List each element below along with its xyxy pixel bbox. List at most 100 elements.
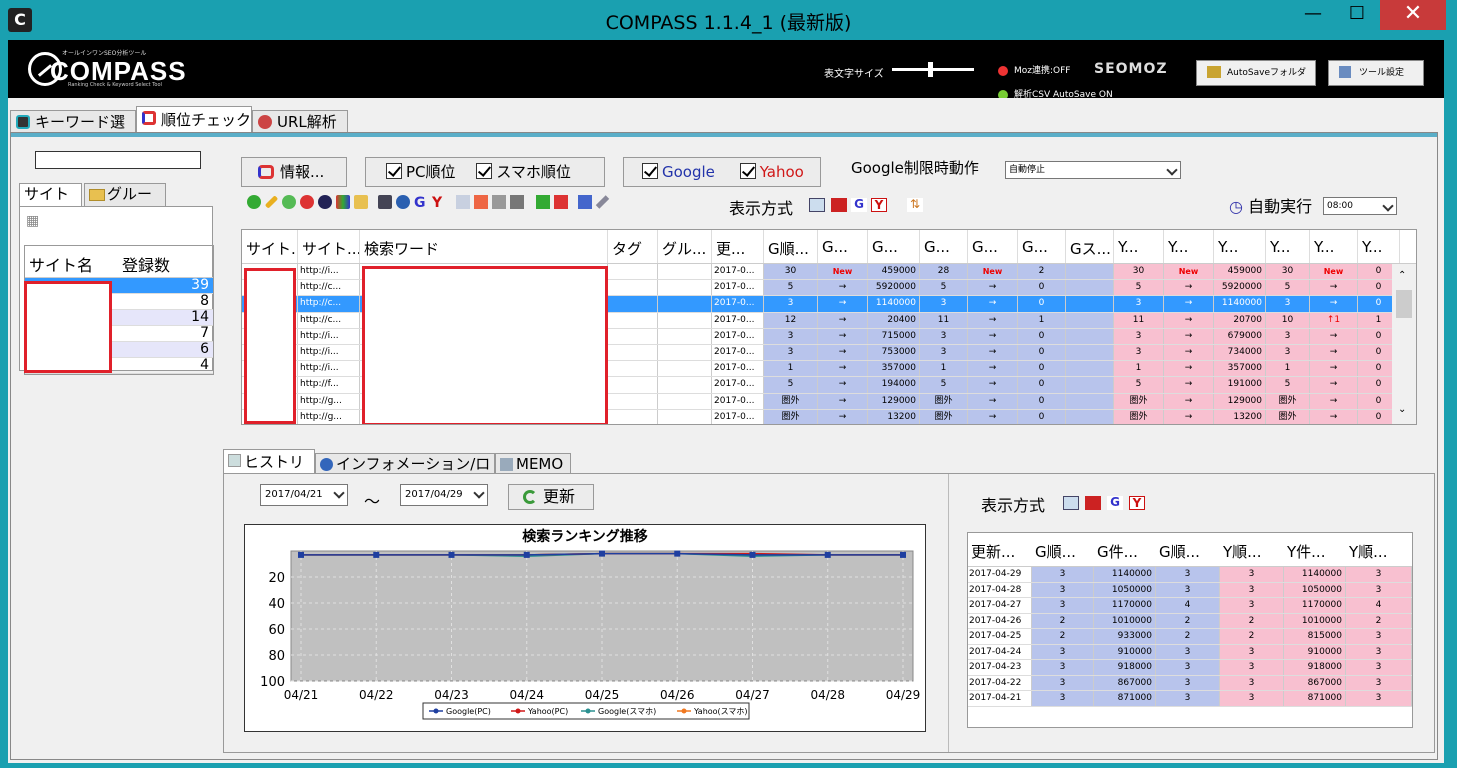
minimize-button[interactable]: —: [1290, 0, 1336, 30]
col-header[interactable]: Y順...: [1220, 533, 1284, 566]
table-row[interactable]: 2017-04-26 2 1010000 2 2 1010000 2: [968, 613, 1412, 629]
scroll-thumb[interactable]: [1396, 290, 1412, 318]
folder-open-icon[interactable]: [354, 195, 368, 209]
all-view-icon[interactable]: [831, 198, 847, 212]
pc-rank-checkbox[interactable]: PC順位: [386, 163, 456, 181]
delete-icon[interactable]: [300, 195, 314, 209]
graph-icon[interactable]: [578, 195, 592, 209]
to-date-select[interactable]: 2017/04/29: [400, 484, 488, 506]
chart-icon[interactable]: [456, 195, 470, 209]
col-header[interactable]: Y...: [1266, 230, 1310, 263]
col-header[interactable]: G...: [968, 230, 1018, 263]
document-icon[interactable]: [510, 195, 524, 209]
col-header[interactable]: G...: [920, 230, 968, 263]
table-row[interactable]: 2017-04-24 3 910000 3 3 910000 3: [968, 644, 1412, 660]
col-header[interactable]: G...: [1018, 230, 1066, 263]
close-button[interactable]: ✕: [1380, 0, 1446, 30]
folder-icon: [1207, 66, 1221, 78]
table-row[interactable]: 2017-04-25 2 933000 2 2 815000 3: [968, 629, 1412, 645]
edit-icon[interactable]: [264, 195, 279, 209]
tool-settings-button[interactable]: ツール設定: [1328, 60, 1424, 86]
table-row[interactable]: 2017-04-21 3 871000 3 3 871000 3: [968, 691, 1412, 707]
vertical-scrollbar[interactable]: ⌃ ⌄: [1392, 264, 1416, 424]
table-row[interactable]: 2017-04-27 3 1170000 4 3 1170000 4: [968, 598, 1412, 614]
sp-rank-checkbox[interactable]: スマホ順位: [476, 163, 571, 181]
col-header[interactable]: 検索ワード: [360, 230, 608, 263]
col-header[interactable]: G順...: [1032, 533, 1094, 566]
table-row[interactable]: 2017-04-22 3 867000 3 3 867000 3: [968, 675, 1412, 691]
col-header[interactable]: 更...: [712, 230, 764, 263]
maximize-button[interactable]: ☐: [1334, 0, 1380, 30]
rank-run-icon[interactable]: [318, 195, 332, 209]
table-cell: 918000: [1284, 660, 1346, 675]
col-header[interactable]: G...: [818, 230, 868, 263]
yahoo-view-icon[interactable]: Y: [1129, 496, 1145, 510]
copy-icon[interactable]: [282, 195, 296, 209]
col-header[interactable]: グル...: [658, 230, 712, 263]
col-header[interactable]: G件...: [1094, 533, 1156, 566]
list-view-icon[interactable]: [1063, 496, 1079, 510]
yahoo-view-icon[interactable]: Y: [871, 198, 887, 212]
col-count[interactable]: 登録数: [118, 246, 213, 277]
auto-run-time-select[interactable]: 08:00: [1323, 197, 1397, 215]
col-site-name[interactable]: サイト名: [25, 246, 118, 277]
autosave-folder-button[interactable]: AutoSaveフォルダ: [1196, 60, 1316, 86]
col-header[interactable]: Gス...: [1066, 230, 1114, 263]
add-icon[interactable]: [247, 195, 261, 209]
tab-keyword-select[interactable]: キーワード選定: [10, 110, 136, 153]
google-limit-select[interactable]: 自動停止: [1005, 161, 1181, 179]
col-header[interactable]: Y...: [1358, 230, 1400, 263]
tab-info-log[interactable]: インフォメーション/ログ: [315, 453, 495, 493]
list-view-icon[interactable]: [809, 198, 825, 212]
col-header[interactable]: Y...: [1114, 230, 1164, 263]
wrench-icon[interactable]: [595, 195, 610, 209]
col-header[interactable]: タグ: [608, 230, 658, 263]
wiki-icon[interactable]: [396, 195, 410, 209]
yahoo-checkbox[interactable]: Yahoo: [739, 163, 804, 181]
google-checkbox[interactable]: Google: [642, 163, 715, 181]
grid-icon[interactable]: ▦: [26, 213, 39, 229]
scroll-up-icon[interactable]: ⌃: [1398, 270, 1406, 281]
book-icon[interactable]: [378, 195, 392, 209]
col-header[interactable]: G順...: [1156, 533, 1220, 566]
col-header[interactable]: G...: [868, 230, 920, 263]
tab-group[interactable]: グループ: [84, 183, 166, 224]
col-header[interactable]: Y順...: [1346, 533, 1412, 566]
col-header[interactable]: サイト...: [242, 230, 298, 263]
all-view-icon[interactable]: [1085, 496, 1101, 510]
col-header[interactable]: Y...: [1310, 230, 1358, 263]
tab-site-name[interactable]: サイト名: [19, 183, 82, 224]
yahoo-icon[interactable]: Y: [432, 195, 446, 215]
redacted-region: [362, 266, 608, 424]
col-header[interactable]: Y件...: [1284, 533, 1346, 566]
color-grid-icon[interactable]: [336, 195, 350, 209]
hierarchy-icon[interactable]: [492, 195, 506, 209]
table-row[interactable]: 2017-04-23 3 918000 3 3 918000 3: [968, 660, 1412, 676]
google-view-icon[interactable]: G: [1107, 496, 1123, 510]
refresh-button[interactable]: 更新: [508, 484, 594, 510]
site-search-input[interactable]: [35, 151, 201, 169]
scroll-down-icon[interactable]: ⌄: [1398, 404, 1406, 415]
tab-memo[interactable]: MEMO: [495, 453, 571, 475]
tab-rank-check[interactable]: 順位チェック: [136, 106, 252, 134]
table-cell: 3: [1346, 675, 1412, 690]
csv-export-icon[interactable]: [554, 195, 568, 209]
font-size-slider[interactable]: [892, 62, 974, 77]
pdf-icon[interactable]: [474, 195, 488, 209]
tab-history[interactable]: ヒストリー: [223, 449, 315, 495]
col-header[interactable]: G順...: [764, 230, 818, 263]
info-button[interactable]: 情報...: [241, 157, 347, 187]
col-header[interactable]: 更新...: [968, 533, 1032, 566]
col-header[interactable]: Y...: [1164, 230, 1214, 263]
col-header[interactable]: サイト...: [298, 230, 360, 263]
table-row[interactable]: 2017-04-28 3 1050000 3 3 1050000 3: [968, 582, 1412, 598]
from-date-select[interactable]: 2017/04/21: [260, 484, 348, 506]
sort-icon[interactable]: ⇅: [907, 198, 923, 212]
col-header[interactable]: Y...: [1214, 230, 1266, 263]
tab-url-analysis[interactable]: URL解析: [252, 110, 348, 134]
google-icon[interactable]: G: [414, 195, 428, 215]
google-view-icon[interactable]: G: [851, 198, 867, 212]
slider-knob[interactable]: [928, 62, 933, 77]
table-row[interactable]: 2017-04-29 3 1140000 3 3 1140000 3: [968, 567, 1412, 583]
csv-import-icon[interactable]: [536, 195, 550, 209]
